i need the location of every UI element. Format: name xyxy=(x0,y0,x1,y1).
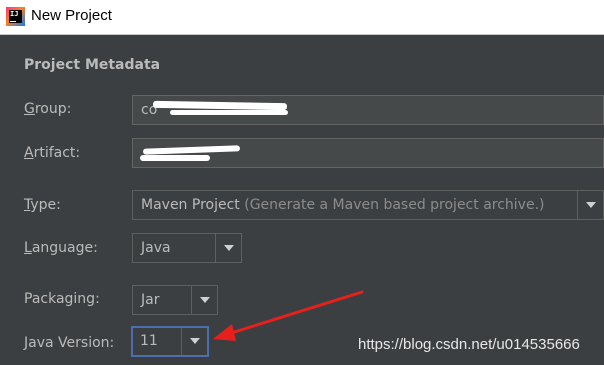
annotation-arrow xyxy=(213,290,364,341)
watermark-url: https://blog.csdn.net/u014535666 xyxy=(358,336,580,353)
